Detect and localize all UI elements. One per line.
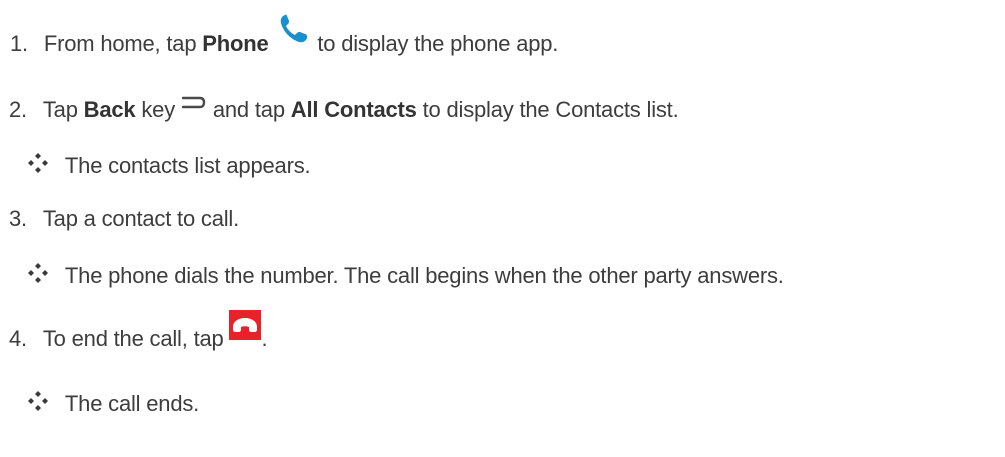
diamond-bullet-icon xyxy=(28,391,48,412)
step-2-result: The contacts list appears. xyxy=(27,152,311,180)
end-call-icon xyxy=(229,309,262,347)
step-bold-label: Back xyxy=(83,97,136,122)
step-4: 4. To end the call, tap . xyxy=(9,309,268,353)
back-key-icon xyxy=(181,90,207,118)
step-bold-label: Phone xyxy=(202,31,269,56)
step-text: Tap a contact to call. xyxy=(42,206,240,231)
step-text-after: to display the phone app. xyxy=(311,31,559,56)
step-3-result: The phone dials the number. The call beg… xyxy=(27,262,784,290)
step-text-mid: and tap xyxy=(206,97,291,122)
step-4-result: The call ends. xyxy=(27,390,199,418)
step-number: 3. xyxy=(9,206,27,231)
step-number: 2. xyxy=(9,97,27,122)
diamond-bullet-icon xyxy=(28,263,48,284)
step-bold-label: All Contacts xyxy=(290,97,417,122)
step-text-after: . xyxy=(261,326,268,351)
step-1: 1. From home, tap Phone to display the p… xyxy=(10,14,559,58)
step-text-before: To end the call, tap xyxy=(42,326,230,351)
diamond-bullet-icon xyxy=(28,153,48,174)
step-number: 1. xyxy=(10,31,28,56)
phone-icon xyxy=(277,12,311,53)
step-text-mid: key xyxy=(135,97,181,122)
step-result-text: The contacts list appears. xyxy=(64,153,311,178)
step-2: 2. Tap Back key and tap All Contacts to … xyxy=(9,96,679,124)
step-result-text: The call ends. xyxy=(64,391,200,416)
step-text-before: Tap xyxy=(42,97,84,122)
step-text-after: to display the Contacts list. xyxy=(416,97,679,122)
step-3: 3. Tap a contact to call. xyxy=(9,205,239,233)
step-result-text: The phone dials the number. The call beg… xyxy=(64,263,784,288)
step-text-before: From home, tap xyxy=(43,31,203,56)
step-number: 4. xyxy=(9,326,27,351)
